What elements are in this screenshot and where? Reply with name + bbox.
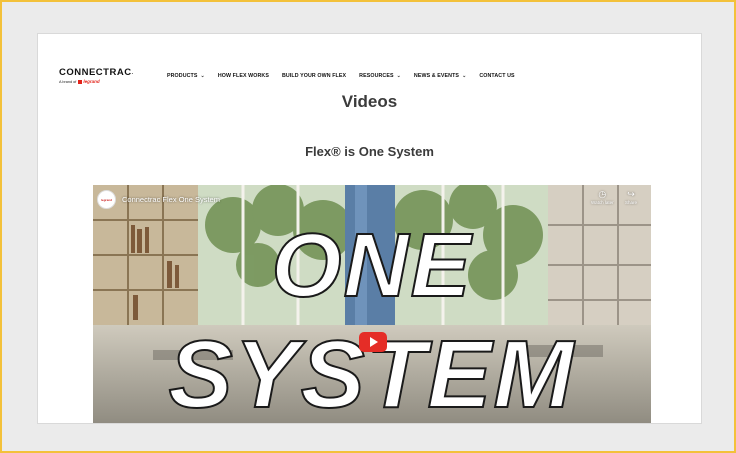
nav-news-events-label: NEWS & EVENTS (413, 73, 460, 79)
share-arrow-icon: ↪ (627, 189, 635, 199)
nav-contact-us-label: CONTACT US (479, 73, 515, 79)
video-title-bar[interactable]: legrand Connectrac Flex One System (97, 190, 220, 209)
main-nav: PRODUCTS ⌄ HOW FLEX WORKS BUILD YOUR OWN … (167, 73, 528, 79)
web-page: CONNECTRAC. A brand of legrand PRODUCTS ⌄… (38, 34, 701, 423)
brand-tagline: A brand of legrand (59, 79, 133, 85)
chevron-down-icon: ⌄ (200, 73, 205, 79)
share-label: Share (625, 200, 638, 205)
parent-brand: legrand (83, 79, 100, 84)
section-title: Flex® is One System (305, 144, 434, 159)
nav-build-label: BUILD YOUR OWN FLEX (281, 73, 347, 79)
nav-resources[interactable]: RESOURCES ⌄ (359, 73, 401, 79)
channel-avatar[interactable]: legrand (97, 190, 116, 209)
clock-icon: ◷ (598, 189, 607, 199)
brand-name: CONNECTRAC (59, 67, 132, 78)
window-frame: CONNECTRAC. A brand of legrand PRODUCTS ⌄… (2, 2, 734, 451)
chevron-down-icon: ⌄ (462, 73, 467, 79)
overlay-text-one: ONE (270, 216, 473, 316)
chevron-down-icon: ⌄ (396, 73, 401, 79)
video-title[interactable]: Connectrac Flex One System (122, 195, 220, 204)
play-icon (370, 337, 378, 347)
nav-products[interactable]: PRODUCTS ⌄ (167, 73, 205, 79)
play-button[interactable] (359, 332, 387, 352)
share-button[interactable]: ↪ Share (625, 189, 637, 205)
video-player[interactable]: legrand Connectrac Flex One System ◷ Wat… (93, 185, 651, 423)
connectrac-logo[interactable]: CONNECTRAC. A brand of legrand (59, 68, 133, 85)
nav-news-events[interactable]: NEWS & EVENTS ⌄ (414, 73, 466, 79)
nav-contact-us[interactable]: CONTACT US (479, 73, 514, 79)
brand-mark: . (131, 70, 134, 76)
channel-avatar-text: legrand (101, 197, 112, 202)
nav-products-label: PRODUCTS (167, 73, 198, 79)
legrand-logo-icon (78, 80, 83, 84)
watch-later-button[interactable]: ◷ Watch later (591, 189, 614, 205)
watch-later-label: Watch later (591, 200, 614, 205)
nav-how-flex-works[interactable]: HOW FLEX WORKS (218, 73, 269, 79)
nav-resources-label: RESOURCES (359, 73, 394, 79)
brand-tagline-prefix: A brand of (59, 80, 77, 84)
nav-how-flex-works-label: HOW FLEX WORKS (217, 73, 269, 79)
nav-build-your-own-flex[interactable]: BUILD YOUR OWN FLEX (282, 73, 346, 79)
page-title: Videos (341, 92, 398, 111)
